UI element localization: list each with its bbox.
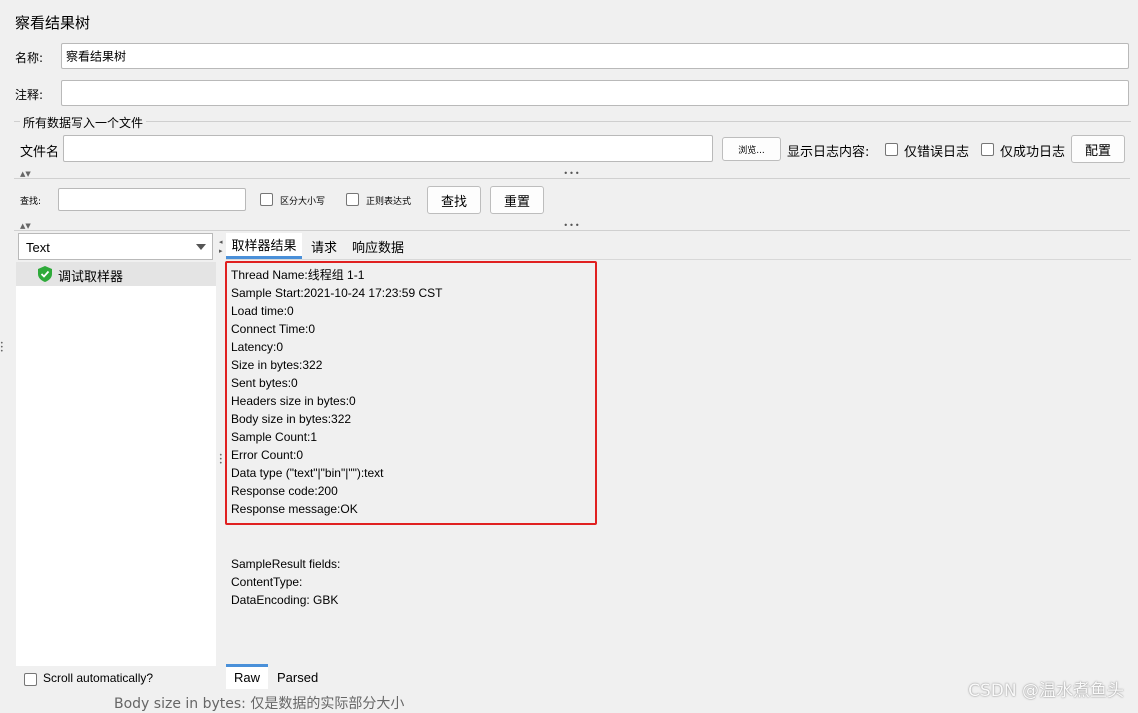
name-label: 名称: bbox=[15, 51, 44, 65]
comment-label: 注释: bbox=[15, 88, 44, 102]
left-pane-collapse-icon[interactable]: ◂ ▸ bbox=[219, 238, 223, 256]
tab-label: 请求 bbox=[311, 240, 338, 256]
case-sensitive-label: 区分大小写 bbox=[280, 197, 326, 207]
bottom-tab-raw[interactable]: Raw bbox=[226, 664, 268, 689]
success-shield-icon bbox=[38, 266, 52, 282]
splitter-grip-icon: ••• bbox=[563, 221, 581, 230]
regex-checkbox[interactable] bbox=[346, 193, 359, 206]
filename-input[interactable] bbox=[63, 135, 713, 162]
renderer-select[interactable]: Text bbox=[18, 233, 213, 260]
errors-only-checkbox[interactable] bbox=[885, 143, 898, 156]
find-button[interactable]: 查找 bbox=[427, 186, 481, 214]
results-tree: 调试取样器 bbox=[16, 262, 216, 666]
tab-sampler-result[interactable]: 取样器结果 bbox=[226, 233, 302, 259]
tree-item-label: 调试取样器 bbox=[58, 270, 124, 285]
filename-label: 文件名 bbox=[20, 145, 60, 160]
write-section-title: 所有数据写入一个文件 bbox=[20, 114, 147, 131]
configure-button[interactable]: 配置 bbox=[1071, 135, 1125, 163]
result-line: SampleResult fields: bbox=[231, 557, 341, 571]
log-content-label: 显示日志内容: bbox=[787, 145, 870, 160]
bottom-tab-parsed[interactable]: Parsed bbox=[277, 667, 318, 689]
regex-label: 正则表达式 bbox=[366, 197, 412, 207]
highlight-box bbox=[225, 261, 597, 525]
result-line: ContentType: bbox=[231, 575, 303, 589]
tab-response-data[interactable]: 响应数据 bbox=[352, 233, 404, 259]
splitter-arrows-icon[interactable]: ▲▼ bbox=[20, 170, 31, 178]
result-line: DataEncoding: GBK bbox=[231, 593, 339, 607]
name-input[interactable]: 察看结果树 bbox=[61, 43, 1129, 69]
name-input-value: 察看结果树 bbox=[66, 49, 127, 64]
success-only-checkbox[interactable] bbox=[981, 143, 994, 156]
splitter-middle[interactable]: ▲▼ ••• bbox=[14, 221, 1130, 231]
sample-fields-list: SampleResult fields: ContentType: DataEn… bbox=[231, 555, 340, 609]
splitter-arrows-icon[interactable]: ▲▼ bbox=[20, 222, 31, 230]
tab-label: Raw bbox=[233, 670, 260, 685]
browse-button[interactable]: 浏览... bbox=[722, 137, 781, 161]
comment-input[interactable] bbox=[61, 80, 1129, 106]
pane-resize-grip-icon[interactable]: • • • bbox=[219, 453, 223, 467]
tree-item-debug-sampler[interactable]: 调试取样器 bbox=[16, 262, 216, 286]
scroll-auto-label: Scroll automatically? bbox=[43, 671, 154, 685]
errors-only-label: 仅错误日志 bbox=[904, 145, 970, 160]
scroll-auto-checkbox[interactable] bbox=[24, 673, 37, 686]
chevron-down-icon bbox=[196, 244, 206, 250]
renderer-select-value: Text bbox=[26, 240, 50, 255]
watermark-text: CSDN @温水煮鱼头 bbox=[968, 681, 1124, 701]
splitter-line bbox=[14, 178, 1130, 179]
case-sensitive-checkbox[interactable] bbox=[260, 193, 273, 206]
splitter-line bbox=[14, 230, 1130, 231]
left-edge-grip-icon[interactable]: • • • bbox=[0, 341, 4, 355]
tab-request[interactable]: 请求 bbox=[311, 233, 337, 259]
success-only-label: 仅成功日志 bbox=[1000, 145, 1066, 160]
splitter-grip-icon: ••• bbox=[563, 169, 581, 178]
search-input[interactable] bbox=[58, 188, 246, 211]
panel-title: 察看结果树 bbox=[15, 14, 91, 32]
tab-label: Parsed bbox=[277, 670, 319, 685]
tab-label: 响应数据 bbox=[352, 240, 405, 256]
tab-label: 取样器结果 bbox=[231, 239, 297, 254]
result-content: Thread Name:线程组 1-1 Sample Start:2021-10… bbox=[225, 259, 1131, 665]
splitter-top[interactable]: ▲▼ ••• bbox=[14, 169, 1130, 179]
reset-button[interactable]: 重置 bbox=[490, 186, 544, 214]
search-label: 查找: bbox=[20, 197, 42, 207]
bleed-through-text: Body size in bytes: 仅是数据的实际部分大小 bbox=[114, 696, 405, 712]
